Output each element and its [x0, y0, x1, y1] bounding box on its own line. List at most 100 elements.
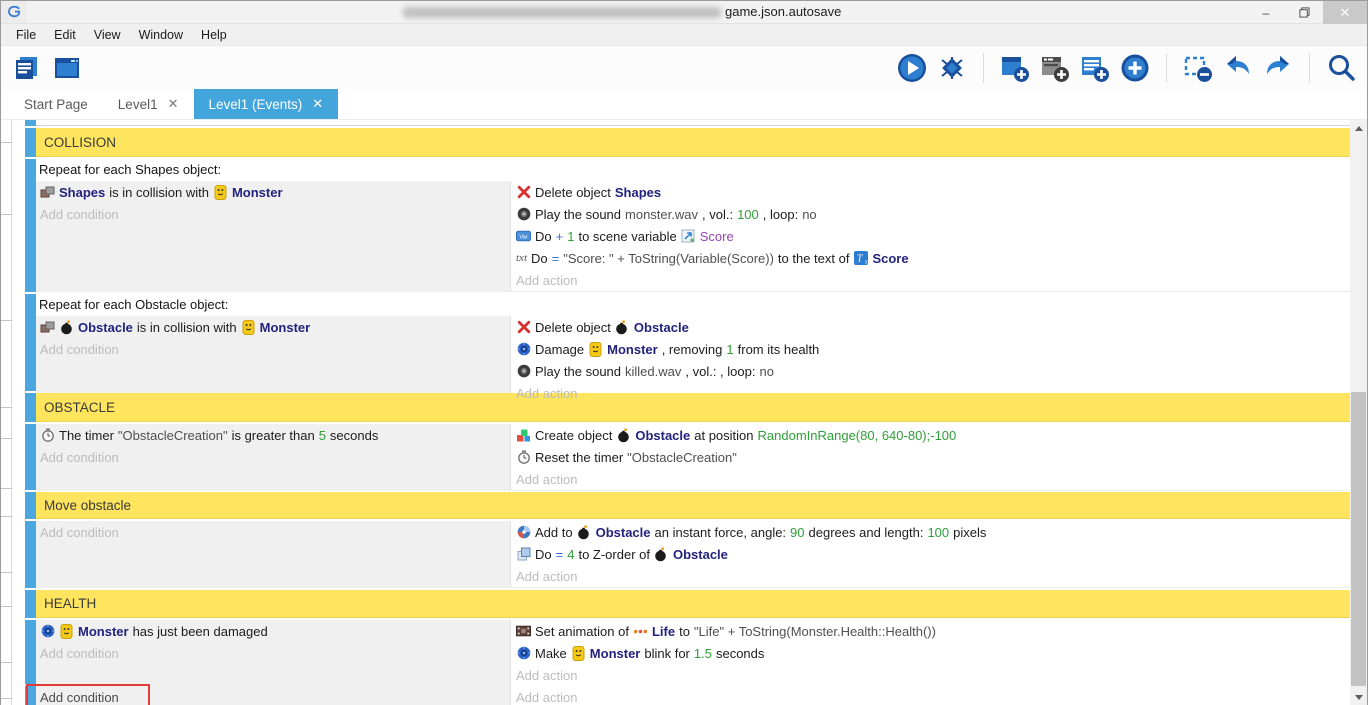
add-condition-button[interactable]: Add condition	[40, 521, 510, 543]
text-segment: , vol.: , loop:	[685, 364, 755, 379]
minimize-button[interactable]: –	[1247, 1, 1285, 24]
actions-column[interactable]: Create object Obstacle at position Rando…	[511, 424, 1350, 491]
text-segment: no	[759, 364, 773, 379]
add-condition-button[interactable]: Add condition	[40, 203, 510, 225]
close-button[interactable]: ✕	[1323, 1, 1367, 24]
menu-view[interactable]: View	[85, 24, 130, 46]
add-condition-button[interactable]: Add condition	[40, 446, 510, 468]
condition-row[interactable]: Monster has just been damaged	[40, 620, 510, 642]
add-condition-button[interactable]: Add condition	[40, 686, 510, 705]
text-segment: 1.5	[694, 646, 712, 661]
action-row[interactable]: Play the sound monster.wav, vol.: 100, l…	[516, 203, 1350, 225]
vertical-scrollbar[interactable]	[1350, 120, 1367, 705]
add-action-button[interactable]: Add action	[516, 382, 1350, 404]
add-action-button[interactable]: Add action	[516, 686, 1350, 705]
comment-text[interactable]: Move obstacle	[44, 498, 1350, 513]
add-action-button[interactable]: Add action	[516, 664, 1350, 686]
life-icon	[633, 624, 648, 639]
actions-column[interactable]: Add action	[511, 686, 1350, 705]
conditions-column[interactable]: The timer "ObstacleCreation" is greater …	[36, 424, 511, 491]
tab-close-icon[interactable]: ✕	[312, 96, 323, 112]
scene-editor-button[interactable]	[51, 52, 83, 84]
comment-text[interactable]: HEALTH	[44, 596, 1350, 611]
conditions-column[interactable]: Obstacle is in collision with MonsterAdd…	[36, 316, 511, 405]
app-logo-icon	[1, 1, 27, 23]
actions-column[interactable]: Set animation of Life to "Life" + ToStri…	[511, 620, 1350, 687]
text-segment: Score	[700, 229, 734, 244]
undo-button[interactable]	[1222, 52, 1254, 84]
zorder-icon	[516, 547, 531, 562]
comment-text[interactable]: COLLISION	[44, 135, 1350, 150]
tab-close-icon[interactable]: ✕	[168, 96, 179, 112]
event-body: Monster has just been damagedAdd conditi…	[36, 620, 1350, 684]
menu-bar: FileEditViewWindowHelp	[1, 24, 1367, 46]
action-row[interactable]: Create object Obstacle at position Rando…	[516, 424, 1350, 446]
restore-button[interactable]	[1285, 1, 1323, 24]
add-comment-button[interactable]	[1079, 52, 1111, 84]
event-drag-bar[interactable]	[25, 590, 36, 618]
delete-icon	[516, 185, 531, 200]
event-body: The timer "ObstacleCreation" is greater …	[36, 424, 1350, 490]
event-drag-bar[interactable]	[25, 424, 36, 490]
action-row[interactable]: Delete object Shapes	[516, 181, 1350, 203]
event-drag-bar[interactable]	[25, 492, 36, 519]
menu-edit[interactable]: Edit	[45, 24, 85, 46]
action-row[interactable]: Delete object Obstacle	[516, 316, 1350, 338]
condition-row[interactable]: Shapes is in collision with Monster	[40, 181, 510, 203]
event-drag-bar[interactable]	[25, 120, 36, 126]
action-row[interactable]: Reset the timer "ObstacleCreation"	[516, 446, 1350, 468]
event-drag-bar[interactable]	[25, 686, 36, 705]
actions-column[interactable]: Delete object ObstacleDamage Monster, re…	[511, 316, 1350, 405]
tab-level1[interactable]: Level1✕	[103, 89, 194, 119]
debug-button[interactable]	[936, 52, 968, 84]
event-drag-bar[interactable]	[25, 521, 36, 588]
text-segment: , loop:	[763, 207, 798, 222]
scroll-down-arrow[interactable]	[1350, 689, 1367, 705]
scrollbar-thumb[interactable]	[1351, 392, 1366, 686]
event-drag-bar[interactable]	[25, 128, 36, 157]
add-action-button[interactable]: Add action	[516, 565, 1350, 587]
add-circle-button[interactable]	[1119, 52, 1151, 84]
project-manager-button[interactable]	[11, 52, 43, 84]
event-drag-bar[interactable]	[25, 294, 36, 391]
conditions-column[interactable]: Add condition	[36, 521, 511, 588]
play-button[interactable]	[896, 52, 928, 84]
action-row[interactable]: Add to Obstacle an instant force, angle:…	[516, 521, 1350, 543]
action-row[interactable]: Play the sound killed.wav, vol.: , loop:…	[516, 360, 1350, 382]
menu-window[interactable]: Window	[130, 24, 192, 46]
add-event-button[interactable]	[999, 52, 1031, 84]
redo-button[interactable]	[1262, 52, 1294, 84]
condition-row[interactable]: The timer "ObstacleCreation" is greater …	[40, 424, 510, 446]
search-button[interactable]	[1325, 52, 1357, 84]
event-drag-bar[interactable]	[25, 393, 36, 422]
menu-file[interactable]: File	[7, 24, 45, 46]
event-drag-bar[interactable]	[25, 620, 36, 684]
add-action-button[interactable]: Add action	[516, 269, 1350, 291]
tab-level1-events-[interactable]: Level1 (Events)✕	[194, 89, 339, 119]
for-each-header[interactable]: Repeat for each Shapes object:	[36, 159, 1350, 181]
action-row[interactable]: Set animation of Life to "Life" + ToStri…	[516, 620, 1350, 642]
conditions-column[interactable]: Add condition	[36, 686, 511, 705]
actions-column[interactable]: Add to Obstacle an instant force, angle:…	[511, 521, 1350, 588]
menu-help[interactable]: Help	[192, 24, 236, 46]
for-each-header[interactable]: Repeat for each Obstacle object:	[36, 294, 1350, 316]
scroll-up-arrow[interactable]	[1350, 120, 1367, 137]
condition-row[interactable]: Obstacle is in collision with Monster	[40, 316, 510, 338]
add-subevent-button[interactable]	[1039, 52, 1071, 84]
action-row[interactable]: txtDo ="Score: " + ToString(Variable(Sco…	[516, 247, 1350, 269]
add-action-button[interactable]: Add action	[516, 468, 1350, 490]
conditions-column[interactable]: Shapes is in collision with MonsterAdd c…	[36, 181, 511, 292]
event-drag-bar[interactable]	[25, 159, 36, 292]
action-row[interactable]: Do =4 to Z-order of Obstacle	[516, 543, 1350, 565]
remove-selection-button[interactable]	[1182, 52, 1214, 84]
action-row[interactable]: Make Monster blink for 1.5 seconds	[516, 642, 1350, 664]
actions-column[interactable]: Delete object ShapesPlay the sound monst…	[511, 181, 1350, 292]
conditions-column[interactable]: Monster has just been damagedAdd conditi…	[36, 620, 511, 687]
action-row[interactable]: VarDo +1 to scene variable Score	[516, 225, 1350, 247]
add-condition-button[interactable]: Add condition	[40, 642, 510, 664]
add-condition-button[interactable]: Add condition	[40, 338, 510, 360]
text-segment: to Z-order of	[578, 547, 650, 562]
tab-start-page[interactable]: Start Page	[9, 89, 103, 119]
health-icon	[40, 624, 55, 639]
action-row[interactable]: Damage Monster, removing 1 from its heal…	[516, 338, 1350, 360]
